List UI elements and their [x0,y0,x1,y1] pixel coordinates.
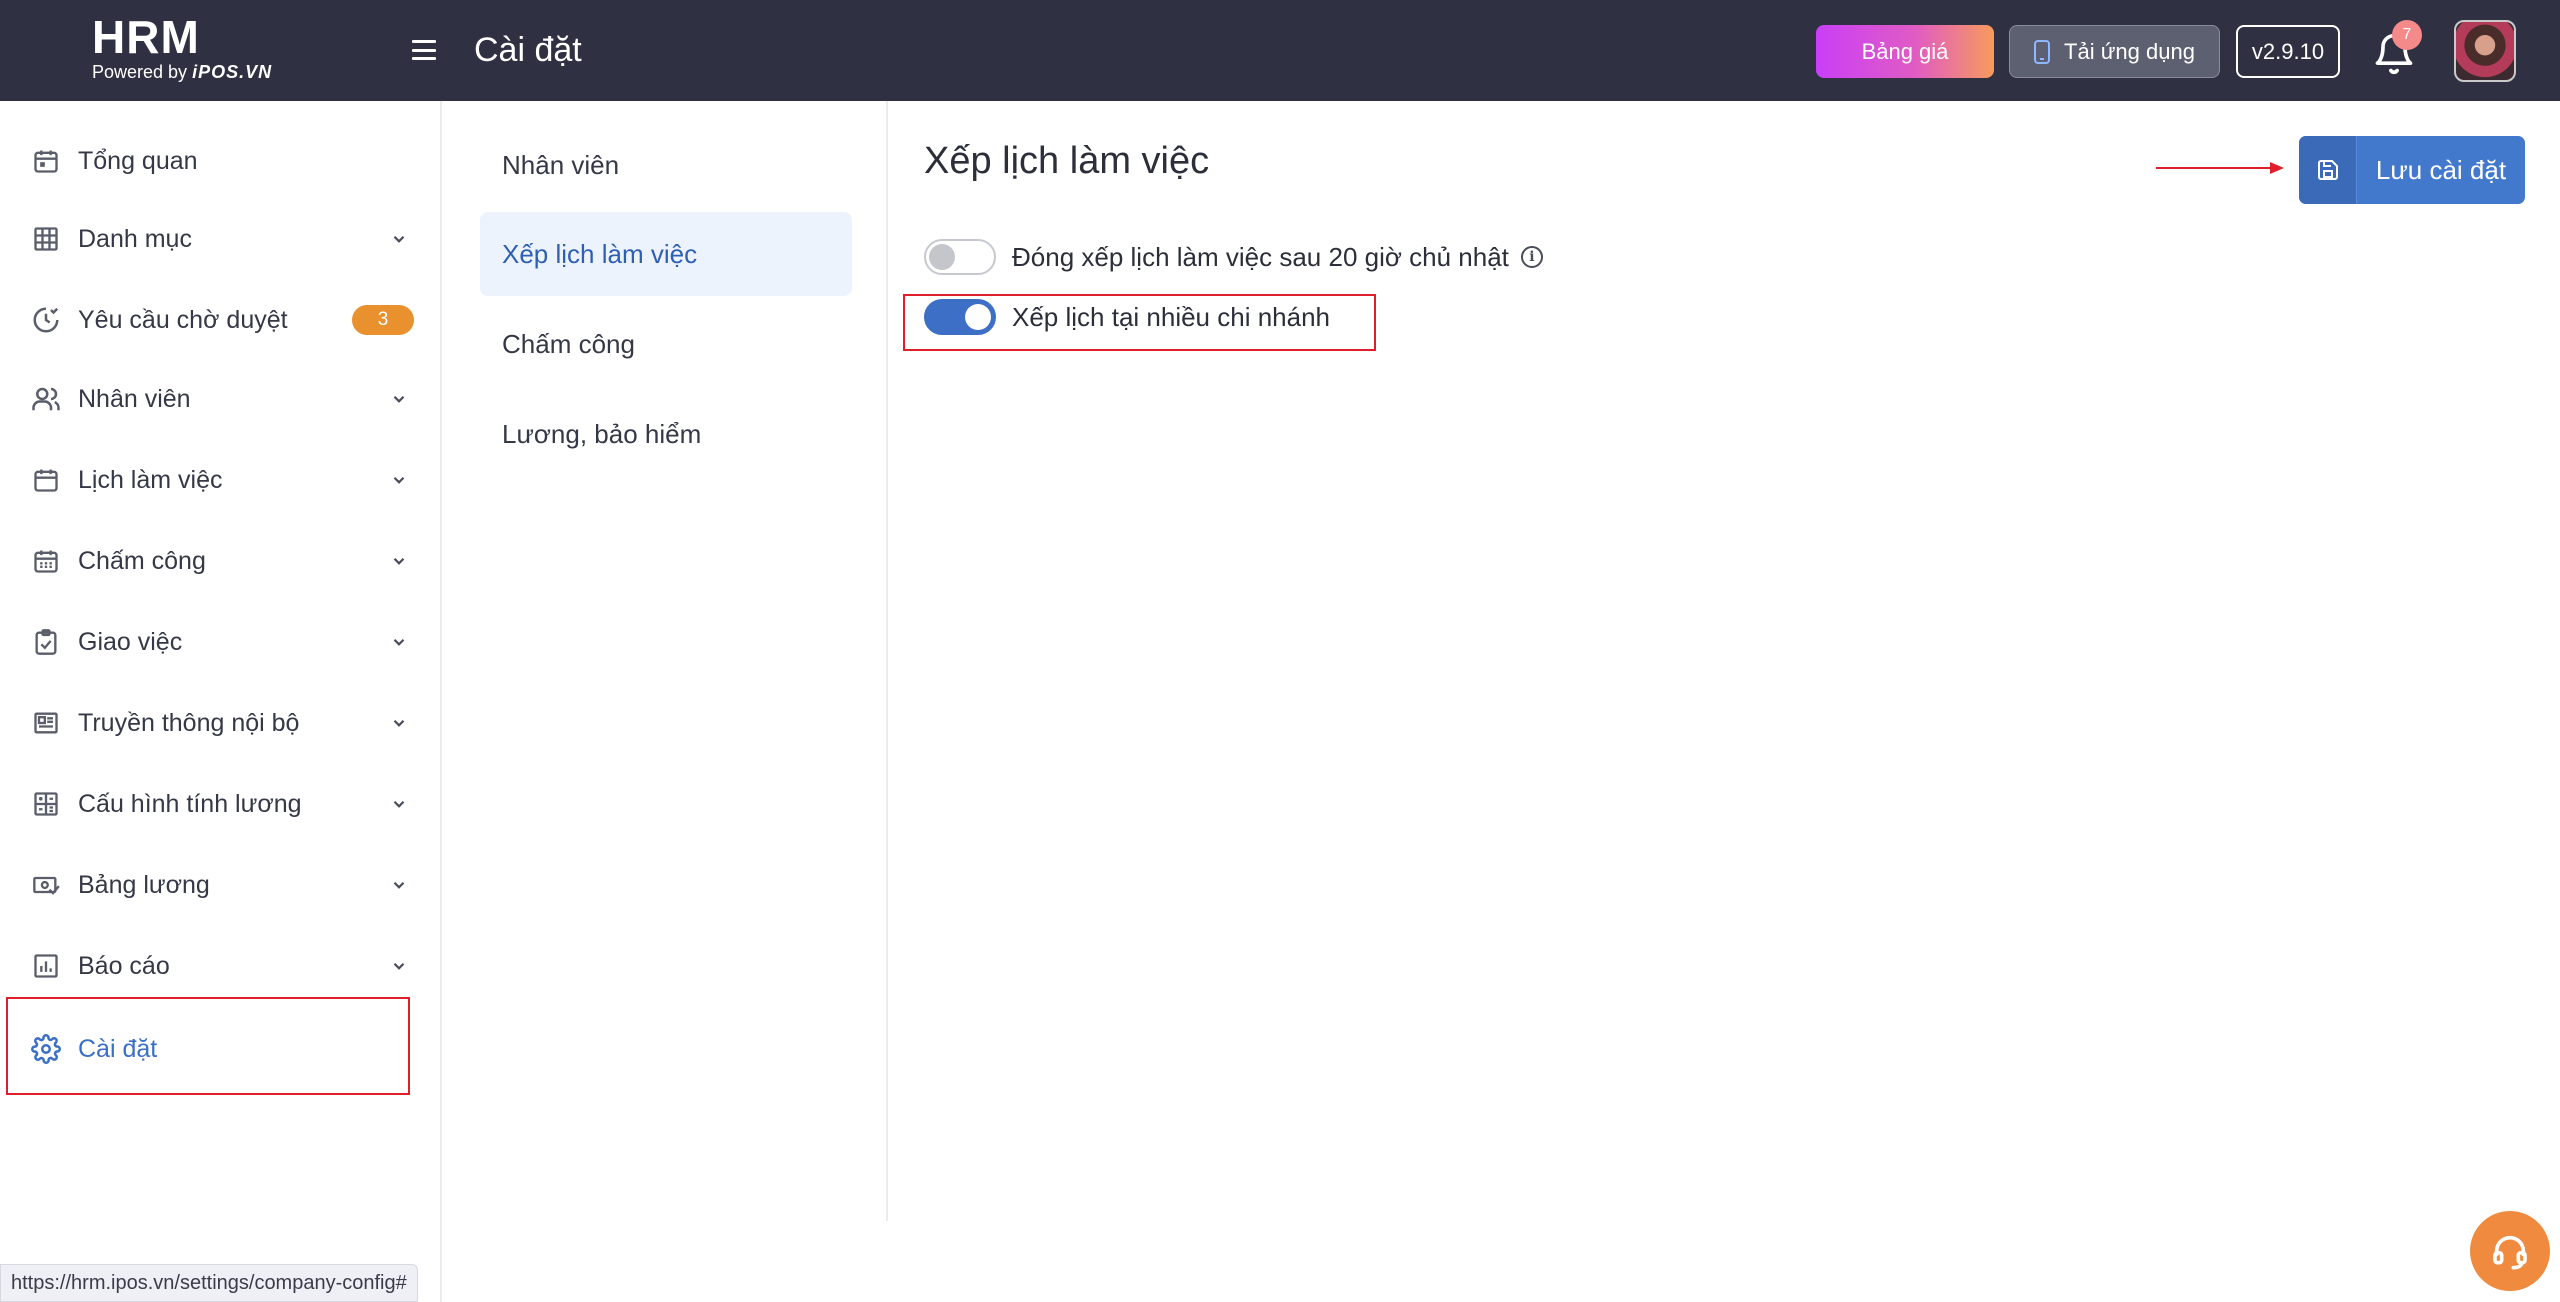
settings-tab-nhan-vien[interactable]: Nhân viên [480,123,852,207]
user-avatar[interactable] [2454,20,2516,82]
hrm-logo[interactable]: HRM Powered by iPOS.VN [92,14,272,82]
sidebar: Tổng quan Danh mục Yêu cầu chờ duyệt 3 N… [0,101,442,1302]
money-check-icon [30,869,62,901]
sidebar-item-bang-luong[interactable]: Bảng lương [0,857,440,913]
settings-tab-cham-cong[interactable]: Chấm công [480,302,852,386]
chevron-down-icon [390,471,408,489]
sidebar-item-label: Danh mục [78,224,192,253]
logo-powered-text: Powered by [92,62,188,82]
download-app-button[interactable]: Tải ứng dụng [2009,25,2220,78]
calendar-icon [30,145,62,177]
notification-count-badge: 7 [2392,20,2422,50]
logo-title: HRM [92,11,200,63]
clock-check-icon [30,304,62,336]
annotation-arrow [2156,167,2274,169]
top-bar: HRM Powered by iPOS.VN Cài đặt Bảng giá … [0,0,2560,101]
pricing-button[interactable]: Bảng giá [1816,25,1994,78]
info-icon[interactable]: i [1520,246,1543,268]
save-settings-button[interactable]: Lưu cài đặt [2299,136,2525,204]
sidebar-item-bao-cao[interactable]: Báo cáo [0,938,440,994]
sidebar-item-label: Tổng quan [78,146,198,175]
chevron-down-icon [390,552,408,570]
sidebar-item-label: Chấm công [78,546,206,575]
sidebar-item-nhan-vien[interactable]: Nhân viên [0,371,440,427]
toggle-row-close-schedule: Đóng xếp lịch làm việc sau 20 giờ chủ nh… [924,237,1543,277]
sidebar-item-yeu-cau-cho-duyet[interactable]: Yêu cầu chờ duyệt 3 [0,292,440,348]
chevron-down-icon [390,390,408,408]
calendar-icon [30,464,62,496]
sidebar-item-label: Nhân viên [78,384,191,413]
sidebar-item-label: Truyền thông nội bộ [78,708,300,737]
highlight-box-toggle [903,294,1376,351]
pending-count-badge: 3 [352,305,414,335]
bar-chart-icon [30,950,62,982]
users-icon [30,383,62,415]
logo-brand-text: iPOS.VN [192,62,273,82]
close-schedule-label: Đóng xếp lịch làm việc sau 20 giờ chủ nh… [1012,241,1509,272]
chevron-down-icon [390,714,408,732]
settings-submenu: Nhân viên Xếp lịch làm việc Chấm công Lư… [444,101,888,1221]
settings-tab-xep-lich-lam-viec[interactable]: Xếp lịch làm việc [480,212,852,296]
chevron-down-icon [390,230,408,248]
calendar-grid-icon [30,545,62,577]
save-icon [2299,136,2357,204]
hamburger-menu-icon[interactable] [412,40,436,60]
annotation-arrow-head [2270,162,2284,174]
clipboard-check-icon [30,626,62,658]
sidebar-item-lich-lam-viec[interactable]: Lịch làm việc [0,452,440,508]
sidebar-item-cham-cong[interactable]: Chấm công [0,533,440,589]
status-url-bar: https://hrm.ipos.vn/settings/company-con… [0,1264,418,1302]
close-schedule-toggle[interactable] [924,239,996,275]
version-badge: v2.9.10 [2236,25,2340,78]
sidebar-item-tong-quan[interactable]: Tổng quan [0,133,440,189]
save-settings-label: Lưu cài đặt [2375,154,2507,185]
phone-icon [2034,39,2051,64]
sidebar-item-cau-hinh-tinh-luong[interactable]: Cấu hình tính lương [0,776,440,832]
chevron-down-icon [390,876,408,894]
logo-subtitle: Powered by iPOS.VN [92,62,272,82]
grid-icon [30,223,62,255]
calculator-icon [30,788,62,820]
download-app-label: Tải ứng dụng [2064,38,2195,64]
sidebar-item-label: Yêu cầu chờ duyệt [78,305,288,334]
highlight-box-sidebar [6,997,410,1095]
chevron-down-icon [390,795,408,813]
sidebar-item-label: Lịch làm việc [78,465,223,494]
sidebar-item-label: Báo cáo [78,951,170,980]
sidebar-item-label: Giao việc [78,627,183,656]
sidebar-item-label: Cấu hình tính lương [78,789,302,818]
sidebar-item-giao-viec[interactable]: Giao việc [0,614,440,670]
page-title: Cài đặt [474,31,582,69]
chevron-down-icon [390,957,408,975]
section-title: Xếp lịch làm việc [924,140,1210,182]
sidebar-item-danh-muc[interactable]: Danh mục [0,211,440,267]
sidebar-item-truyen-thong-noi-bo[interactable]: Truyền thông nội bộ [0,695,440,751]
sidebar-item-label: Bảng lương [78,870,210,899]
support-headset-icon[interactable] [2470,1211,2550,1291]
settings-tab-luong-bao-hiem[interactable]: Lương, bảo hiểm [480,392,852,476]
newspaper-icon [30,707,62,739]
chevron-down-icon [390,633,408,651]
